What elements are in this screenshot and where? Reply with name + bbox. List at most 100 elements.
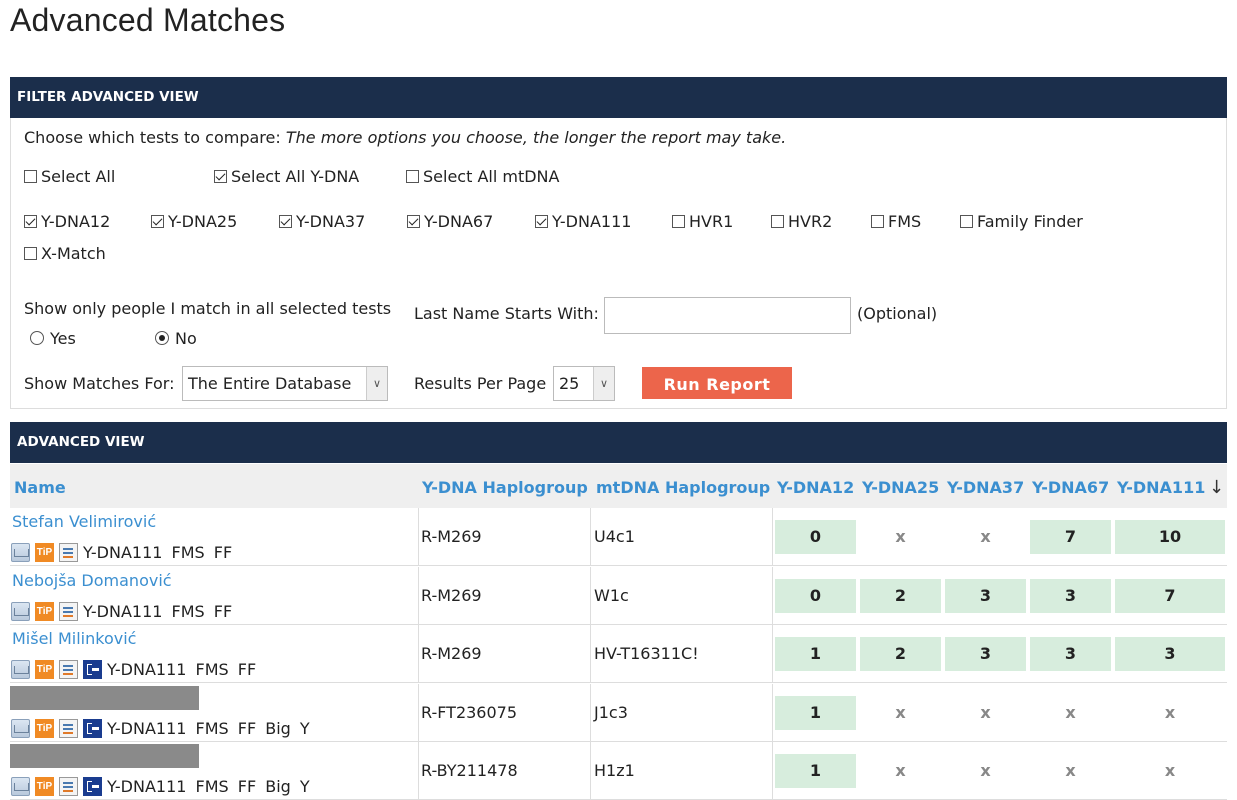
tip-icon[interactable]: TiP [35,543,54,562]
last-name-input[interactable] [604,297,851,334]
test-option-x-match[interactable]: X-Match [24,244,106,263]
column-header-name[interactable]: Name [14,464,66,512]
column-divider [590,625,591,683]
test-label: HVR2 [788,212,833,231]
test-checkbox[interactable] [24,247,37,260]
match-icons: TiP Y-DNA111 FMS FF [11,601,233,622]
column-header-mtdna-haplogroup[interactable]: mtDNA Haplogroup [596,464,770,512]
test-option-fms[interactable]: FMS [871,212,921,231]
test-option-hvr2[interactable]: HVR2 [771,212,832,231]
column-divider [418,742,419,800]
family-tree-icon[interactable] [83,660,102,680]
match-name-link[interactable]: Mišel Milinković [12,629,136,648]
no-radio[interactable] [155,331,169,345]
test-checkbox[interactable] [960,215,973,228]
email-icon[interactable] [11,660,30,680]
show-matches-select[interactable]: The Entire Database ∨ [182,366,388,401]
notes-icon[interactable] [59,601,78,621]
genetic-distance-cell[interactable]: 2 [860,578,941,613]
column-header-ydna37[interactable]: Y-DNA37 [947,464,1024,512]
genetic-distance-cell[interactable]: 1 [775,754,856,789]
genetic-distance-cell[interactable]: 3 [1030,637,1111,672]
test-checkbox[interactable] [672,215,685,228]
match-tests: Y-DNA111 FMS FF [83,601,233,621]
column-divider [590,566,591,624]
select-all-mtdna-checkbox[interactable] [406,170,419,183]
column-divider [418,625,419,683]
genetic-distance-cell[interactable]: 1 [775,637,856,672]
genetic-distance-cell[interactable]: 3 [1115,637,1225,672]
test-checkbox[interactable] [771,215,784,228]
test-checkbox[interactable] [871,215,884,228]
test-label: X-Match [41,244,106,263]
ydna-haplogroup-cell: R-BY211478 [421,761,518,781]
email-icon[interactable] [11,777,30,797]
no-match-cell: x [1164,761,1176,781]
email-icon[interactable] [11,543,30,562]
column-header-ydna12[interactable]: Y-DNA12 [777,464,854,512]
family-tree-icon[interactable] [83,777,102,797]
sort-arrow-icon[interactable]: ↓ [1209,464,1224,512]
notes-icon[interactable] [59,543,78,562]
table-row: TiP Y-DNA111 FMS FF Big Y R-BY211478 H1z1 1 x… [10,742,1227,800]
choose-label: Choose which tests to compare: [24,128,281,147]
email-icon[interactable] [11,601,30,621]
no-match-cell: x [980,702,991,722]
column-header-ydna-haplogroup[interactable]: Y-DNA Haplogroup [422,464,588,512]
genetic-distance-cell[interactable]: 3 [1030,578,1111,613]
test-checkbox[interactable] [24,215,37,228]
genetic-distance-cell[interactable]: 7 [1115,578,1225,613]
column-divider [418,683,419,741]
tip-icon[interactable]: TiP [35,718,54,738]
email-icon[interactable] [11,718,30,738]
test-option-ydna25[interactable]: Y-DNA25 [151,212,237,231]
test-checkbox[interactable] [151,215,164,228]
tip-icon[interactable]: TiP [35,601,54,621]
select-all-ydna-checkbox[interactable] [214,170,227,183]
notes-icon[interactable] [59,660,78,680]
column-header-ydna67[interactable]: Y-DNA67 [1032,464,1109,512]
notes-icon[interactable] [59,718,78,738]
yes-radio[interactable] [30,331,44,345]
tip-icon[interactable]: TiP [35,777,54,797]
test-option-ydna111[interactable]: Y-DNA111 [535,212,631,231]
match-name-link[interactable]: Stefan Velimirović [12,512,156,531]
ydna-haplogroup-cell: R-M269 [421,644,482,664]
column-divider [590,508,591,565]
select-all-mtdna-option[interactable]: Select All mtDNA [406,167,559,186]
mtdna-haplogroup-cell: HV-T16311C! [594,644,699,664]
test-option-hvr1[interactable]: HVR1 [672,212,733,231]
genetic-distance-cell[interactable]: 0 [775,520,856,554]
match-icons: TiP Y-DNA111 FMS FF Big Y [11,718,310,739]
table-header: Name Y-DNA Haplogroup mtDNA Haplogroup Y… [10,464,1227,508]
test-option-family-finder[interactable]: Family Finder [960,212,1083,231]
genetic-distance-cell[interactable]: 0 [775,578,856,613]
column-header-ydna25[interactable]: Y-DNA25 [862,464,939,512]
genetic-distance-cell[interactable]: 2 [860,637,941,672]
test-checkbox[interactable] [535,215,548,228]
genetic-distance-cell[interactable]: 3 [945,578,1026,613]
tip-icon[interactable]: TiP [35,660,54,680]
genetic-distance-cell[interactable]: 10 [1115,520,1225,554]
genetic-distance-cell[interactable]: 3 [945,637,1026,672]
yes-option[interactable]: Yes [30,329,76,348]
column-header-ydna111[interactable]: Y-DNA111 [1117,464,1205,512]
genetic-distance-cell[interactable]: 7 [1030,520,1111,554]
no-option[interactable]: No [155,329,197,348]
match-icons: TiP Y-DNA111 FMS FF [11,543,232,563]
select-all-checkbox[interactable] [24,170,37,183]
yes-label: Yes [50,329,76,348]
test-option-ydna67[interactable]: Y-DNA67 [407,212,493,231]
test-checkbox[interactable] [279,215,292,228]
run-report-button[interactable]: Run Report [642,367,792,399]
test-option-ydna37[interactable]: Y-DNA37 [279,212,365,231]
results-per-page-select[interactable]: 25 ∨ [553,366,615,401]
select-all-ydna-option[interactable]: Select All Y-DNA [214,167,359,186]
test-option-ydna12[interactable]: Y-DNA12 [24,212,110,231]
select-all-option[interactable]: Select All [24,167,115,186]
test-checkbox[interactable] [407,215,420,228]
match-name-link[interactable]: Nebojša Domanović [12,571,172,590]
family-tree-icon[interactable] [83,718,102,738]
notes-icon[interactable] [59,777,78,797]
genetic-distance-cell[interactable]: 1 [775,695,856,730]
